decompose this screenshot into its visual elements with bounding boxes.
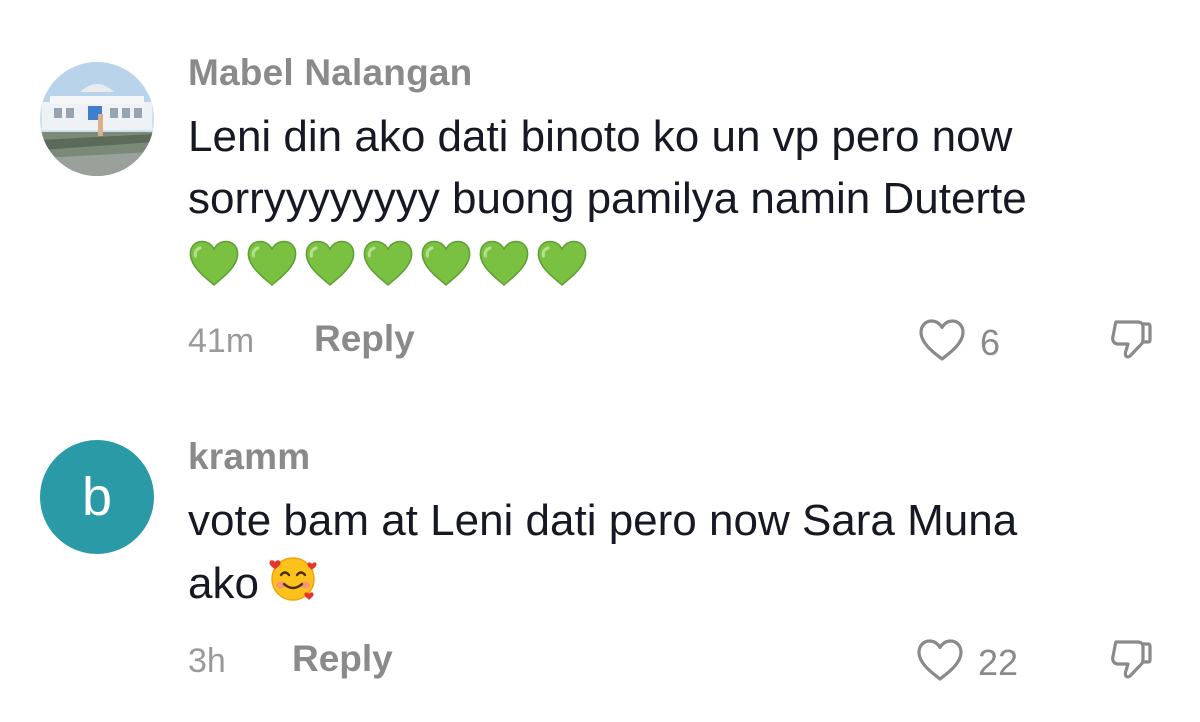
comment-item: Mabel Nalangan Leni din ako dati binoto …	[0, 0, 1200, 400]
comment-meta: 3h Reply 22	[188, 634, 1160, 684]
avatar-photo-image	[40, 62, 154, 176]
comment-text: Leni din ako dati binoto ko un vp pero n…	[188, 106, 1168, 292]
comment-text-line: Leni din ako dati binoto ko un vp pero n…	[188, 112, 1013, 161]
green-heart-icon	[478, 239, 530, 287]
avatar[interactable]: b	[40, 440, 154, 554]
thumbs-down-icon[interactable]	[1108, 636, 1154, 682]
reply-button[interactable]: Reply	[314, 318, 415, 360]
like-count: 6	[980, 322, 1001, 363]
like-count: 22	[978, 642, 1019, 683]
heart-outline-icon	[916, 638, 964, 682]
green-heart-icon	[362, 239, 414, 287]
green-heart-icon	[188, 239, 240, 287]
comment-meta: 41m Reply 6	[188, 314, 1160, 364]
green-heart-icon	[304, 239, 356, 287]
comment-item: b kramm vote bam at Leni dati pero now S…	[0, 400, 1200, 722]
green-heart-icon	[246, 239, 298, 287]
reply-button[interactable]: Reply	[292, 638, 393, 680]
heart-outline-icon	[918, 318, 966, 362]
thumbs-down-icon[interactable]	[1108, 316, 1154, 362]
comment-text: vote bam at Leni dati pero now Sara Muna…	[188, 490, 1168, 615]
smiling-face-with-hearts-icon	[267, 552, 319, 604]
comment-timestamp: 3h	[188, 642, 226, 680]
avatar[interactable]	[40, 62, 154, 176]
comment-author[interactable]: Mabel Nalangan	[188, 52, 472, 94]
emoji-row	[188, 230, 1168, 292]
comment-timestamp: 41m	[188, 322, 255, 360]
green-heart-icon	[420, 239, 472, 287]
comment-text-line-wrap: ako	[188, 552, 1168, 615]
comment-text-line: ako	[188, 559, 259, 608]
comment-text-line: sorryyyyyyyy buong pamilya namin Duterte	[188, 174, 1027, 223]
comment-text-line: vote bam at Leni dati pero now Sara Muna	[188, 496, 1018, 545]
green-heart-icon	[536, 239, 588, 287]
comment-author[interactable]: kramm	[188, 436, 310, 478]
